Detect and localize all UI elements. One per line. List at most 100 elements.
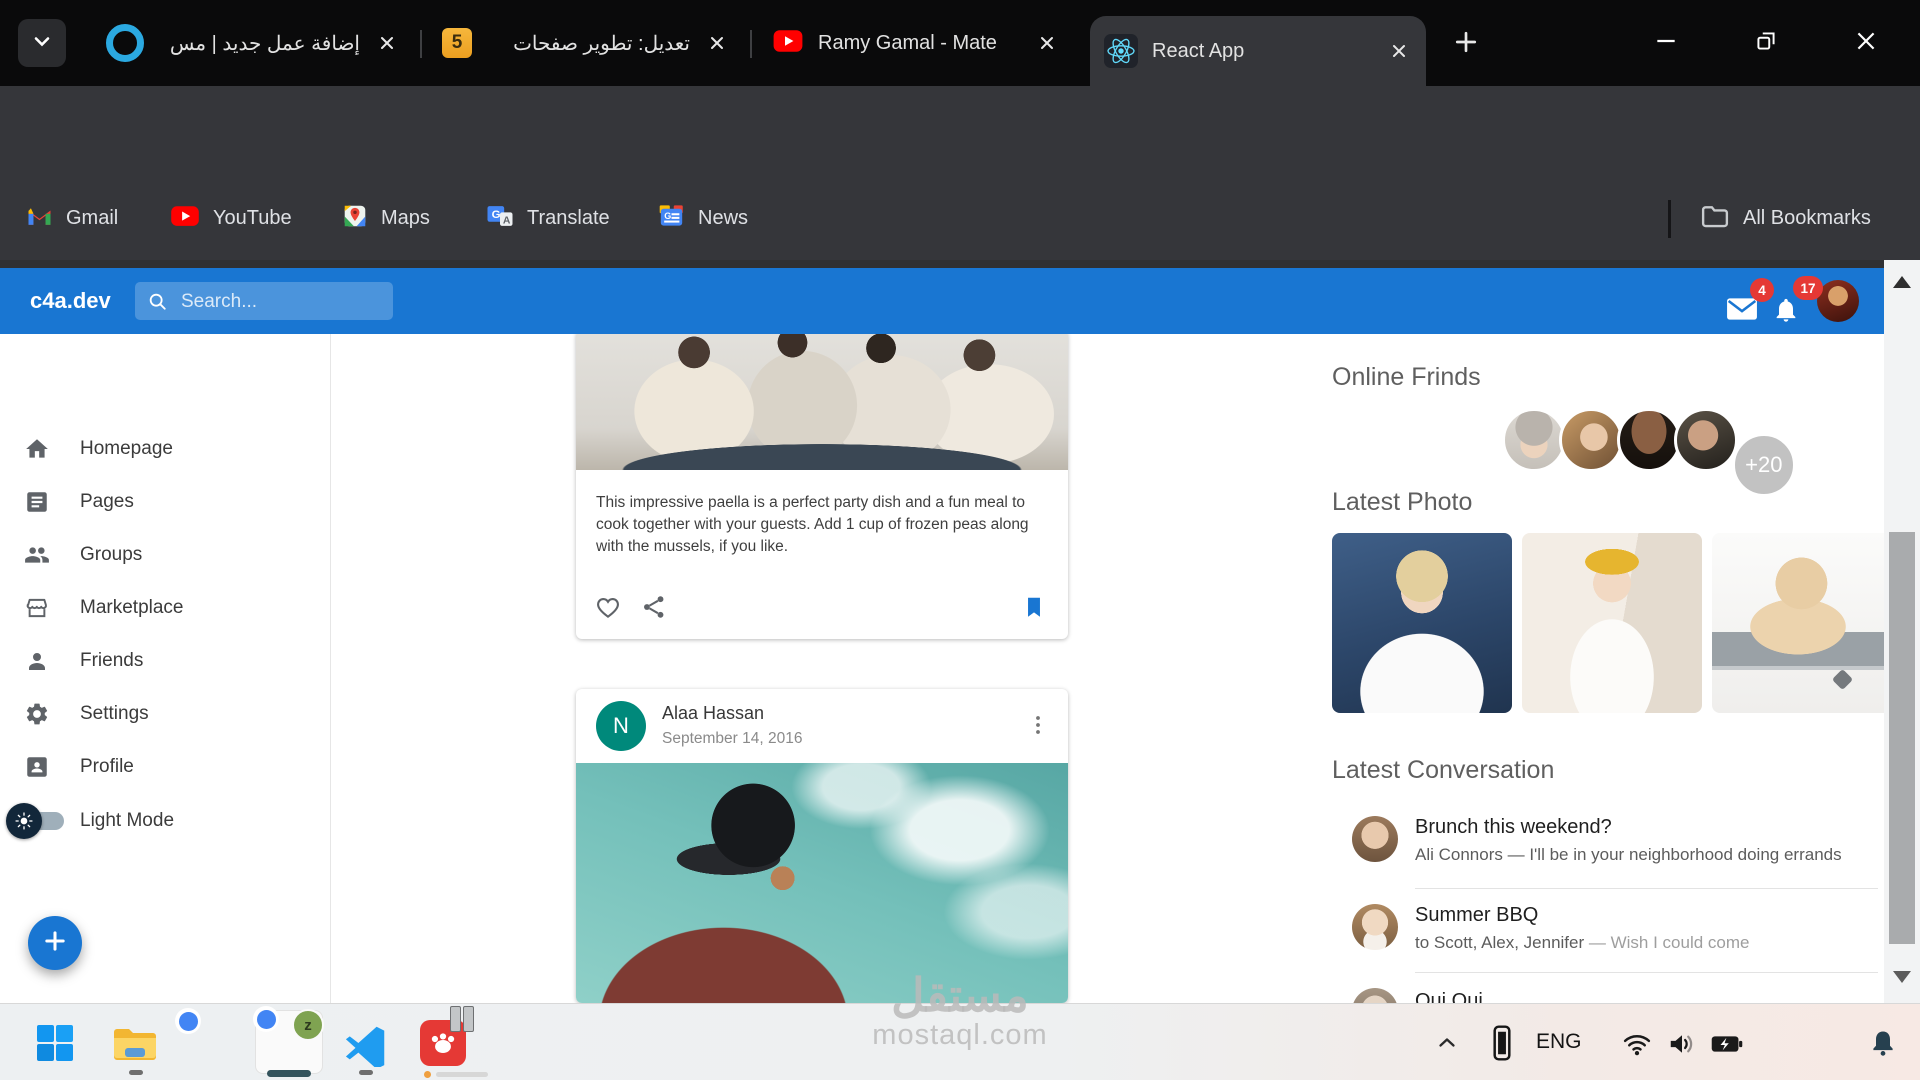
toolbar-shadow bbox=[0, 260, 1884, 268]
sidebar-item-profile[interactable]: Profile bbox=[0, 744, 330, 790]
latest-photo-thumbnail[interactable] bbox=[1712, 533, 1884, 713]
new-tab-button[interactable] bbox=[1448, 26, 1484, 62]
sidebar-item-label: Marketplace bbox=[80, 597, 184, 619]
scrollbar-thumb[interactable] bbox=[1889, 532, 1915, 944]
plus-icon bbox=[41, 927, 69, 960]
conversation-title[interactable]: Summer BBQ bbox=[1415, 904, 1538, 927]
friend-avatar[interactable] bbox=[1559, 408, 1623, 472]
badge-icon bbox=[24, 754, 50, 780]
friend-avatar[interactable] bbox=[1502, 408, 1566, 472]
windows-start-icon[interactable] bbox=[35, 1023, 75, 1063]
app-search[interactable] bbox=[135, 282, 393, 320]
bookmark-label: Translate bbox=[527, 207, 610, 230]
post-card: This impressive paella is a perfect part… bbox=[576, 330, 1068, 639]
conversation-title[interactable]: Oui Oui bbox=[1415, 990, 1483, 1003]
window-restore-button[interactable] bbox=[1738, 15, 1794, 71]
sidebar-item-marketplace[interactable]: Marketplace bbox=[0, 585, 330, 631]
app-brand[interactable]: c4a.dev bbox=[30, 268, 111, 334]
bookmark-icon[interactable] bbox=[1016, 589, 1052, 625]
post-text-line: cook together with your guests. Add 1 cu… bbox=[596, 514, 1048, 536]
post-author-name[interactable]: Alaa Hassan bbox=[662, 703, 764, 724]
restore-icon bbox=[1753, 28, 1779, 59]
scroll-down-arrow-icon[interactable] bbox=[1893, 971, 1911, 983]
share-icon[interactable] bbox=[636, 589, 672, 625]
tab-react-app[interactable]: React App bbox=[1090, 16, 1426, 86]
bookmark-youtube[interactable]: YouTube bbox=[170, 176, 292, 260]
post-photo-paella[interactable] bbox=[576, 330, 1068, 470]
light-mode-toggle-row[interactable]: Light Mode bbox=[0, 795, 330, 847]
sidebar-item-label: Light Mode bbox=[80, 810, 174, 832]
file-explorer-icon[interactable] bbox=[111, 1024, 159, 1064]
post-photo-sky-man[interactable] bbox=[576, 763, 1068, 1003]
person-icon bbox=[24, 648, 50, 674]
friend-avatar[interactable] bbox=[1617, 408, 1681, 472]
window-minimize-button[interactable] bbox=[1638, 15, 1694, 71]
pause-bar-icon bbox=[463, 1006, 474, 1032]
khamsat-5-icon: 5 bbox=[442, 28, 472, 58]
like-heart-icon[interactable] bbox=[590, 589, 626, 625]
latest-photo-thumbnail[interactable] bbox=[1332, 533, 1512, 713]
bookmarks-divider bbox=[1668, 200, 1671, 238]
gmail-icon bbox=[26, 205, 53, 232]
vscode-icon[interactable] bbox=[344, 1021, 390, 1067]
tab-mostaql[interactable]: إضافة عمل جديد | مس bbox=[92, 0, 414, 86]
sidebar-item-homepage[interactable]: Homepage bbox=[0, 426, 330, 472]
post-menu-more-vert-icon[interactable] bbox=[1020, 707, 1056, 743]
bookmark-label: Maps bbox=[381, 207, 430, 230]
volume-icon[interactable] bbox=[1662, 1026, 1702, 1062]
friend-avatar[interactable] bbox=[1674, 408, 1738, 472]
sidebar-item-groups[interactable]: Groups bbox=[0, 532, 330, 578]
latest-photo-thumbnail[interactable] bbox=[1522, 533, 1702, 713]
sidebar-item-friends[interactable]: Friends bbox=[0, 638, 330, 684]
post-author-avatar[interactable]: N bbox=[596, 701, 646, 751]
user-avatar[interactable] bbox=[1817, 280, 1859, 322]
chrome-profile-badge: z bbox=[292, 1009, 324, 1041]
tab-divider bbox=[420, 30, 422, 58]
close-icon[interactable] bbox=[374, 30, 400, 56]
app-running-indicator bbox=[359, 1070, 373, 1075]
browser-toolbar: localhost:3000 z bbox=[0, 86, 1920, 176]
bookmark-translate[interactable]: GA Translate bbox=[486, 176, 610, 260]
tab-youtube[interactable]: Ramy Gamal - Mate bbox=[758, 0, 1074, 86]
scroll-up-arrow-icon[interactable] bbox=[1893, 276, 1911, 288]
tray-language[interactable]: ENG bbox=[1536, 1030, 1582, 1054]
gear-icon bbox=[24, 701, 50, 727]
more-friends-count[interactable]: +20 bbox=[1732, 433, 1796, 497]
tab-khamsat[interactable]: 5 تعديل: تطوير صفحات bbox=[428, 0, 744, 86]
post-text: This impressive paella is a perfect part… bbox=[576, 470, 1068, 558]
conversation-avatar[interactable] bbox=[1352, 988, 1398, 1003]
all-bookmarks-button[interactable]: All Bookmarks bbox=[1700, 176, 1871, 260]
sidebar-item-settings[interactable]: Settings bbox=[0, 691, 330, 737]
close-icon[interactable] bbox=[1034, 30, 1060, 56]
close-icon[interactable] bbox=[704, 30, 730, 56]
youtube-icon bbox=[772, 29, 804, 58]
search-input[interactable] bbox=[179, 282, 383, 322]
plus-icon bbox=[1452, 28, 1480, 61]
bookmark-gmail[interactable]: Gmail bbox=[26, 176, 118, 260]
window-close-button[interactable] bbox=[1838, 15, 1894, 71]
tray-device-battery-icon[interactable] bbox=[1486, 1024, 1518, 1062]
post-date: September 14, 2016 bbox=[662, 730, 802, 748]
close-icon bbox=[1853, 28, 1879, 59]
add-post-fab[interactable] bbox=[28, 916, 82, 970]
page-scrollbar[interactable] bbox=[1884, 260, 1920, 1003]
conversation-preview: Ali Connors — I'll be in your neighborho… bbox=[1415, 845, 1842, 865]
notification-bell-icon[interactable] bbox=[1864, 1024, 1902, 1062]
bookmark-news[interactable]: G News bbox=[658, 176, 748, 260]
wifi-icon[interactable] bbox=[1618, 1026, 1656, 1062]
mostaql-circle-icon bbox=[106, 24, 144, 62]
app-running-indicator bbox=[129, 1070, 143, 1075]
sidebar-item-pages[interactable]: Pages bbox=[0, 479, 330, 525]
bookmark-maps[interactable]: Maps bbox=[342, 176, 430, 260]
close-icon[interactable] bbox=[1386, 38, 1412, 64]
battery-charging-icon[interactable] bbox=[1706, 1026, 1748, 1062]
storefront-icon bbox=[24, 595, 50, 621]
groups-icon bbox=[24, 542, 50, 568]
conversation-avatar[interactable] bbox=[1352, 904, 1398, 950]
tab-search-button[interactable] bbox=[18, 19, 66, 67]
conversation-title[interactable]: Brunch this weekend? bbox=[1415, 816, 1612, 839]
tray-chevron-up-icon[interactable] bbox=[1430, 1026, 1464, 1060]
bell-icon[interactable] bbox=[1770, 294, 1802, 326]
conversation-avatar[interactable] bbox=[1352, 816, 1398, 862]
light-mode-sun-icon[interactable] bbox=[6, 803, 42, 839]
